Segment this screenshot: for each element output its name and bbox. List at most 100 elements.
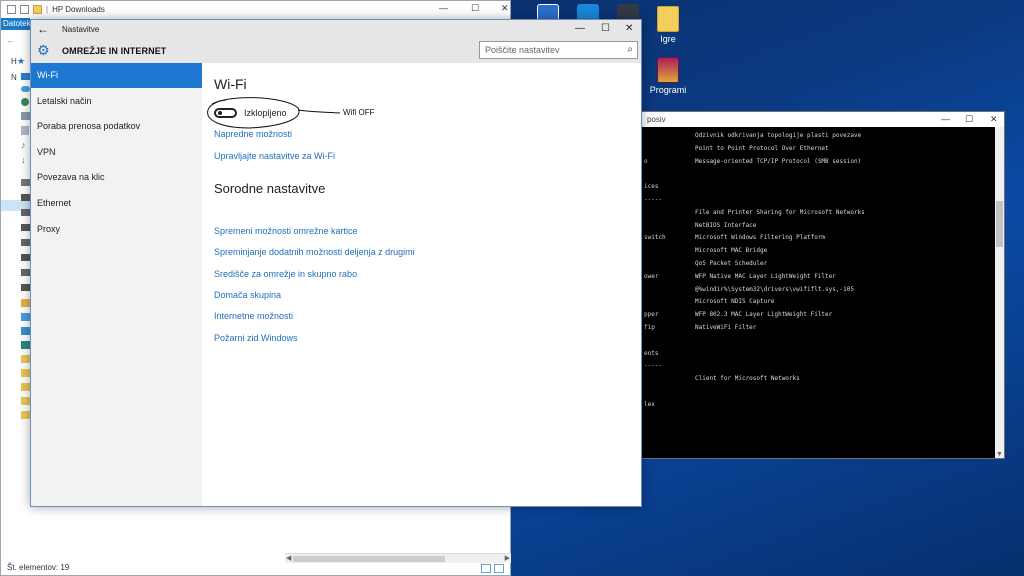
drive-icon[interactable] <box>21 284 30 291</box>
drive-icon[interactable] <box>21 254 30 261</box>
scroll-left-icon[interactable]: ◀ <box>286 554 291 562</box>
scrollbar-thumb[interactable] <box>996 201 1003 247</box>
folder-icon <box>657 6 679 32</box>
link-advanced-options[interactable]: Napredne možnosti <box>214 129 292 139</box>
drive-icon[interactable] <box>21 239 30 246</box>
explorer-titlebar[interactable]: | HP Downloads <box>1 1 510 18</box>
maximize-button[interactable]: ☐ <box>471 3 479 14</box>
network-icon[interactable] <box>21 73 30 80</box>
console-minimize-button[interactable]: — <box>941 112 950 127</box>
settings-window[interactable]: ← Nastavitve — ☐ ✕ ⚙ OMREŽJE IN INTERNET… <box>30 19 642 507</box>
section-heading-related: Sorodne nastavitve <box>214 181 326 196</box>
drive-icon[interactable] <box>21 194 30 201</box>
desktop-icon-igre[interactable]: Igre <box>645 6 691 44</box>
page-title: OMREŽJE IN INTERNET <box>62 46 167 56</box>
music-icon[interactable]: ♪ <box>21 141 29 150</box>
sidebar-item-wi-fi[interactable]: Wi-Fi <box>31 63 202 88</box>
related-link[interactable]: Središče za omrežje in skupno rabo <box>214 269 357 279</box>
sidebar-item-poraba-prenosa-podatkov[interactable]: Poraba prenosa podatkov <box>31 114 202 139</box>
console-line-right: Point to Point Protocol Over Ethernet <box>695 144 829 152</box>
maximize-button[interactable]: ☐ <box>601 23 610 34</box>
back-arrow-icon[interactable]: ← <box>6 35 15 45</box>
drive-icon[interactable] <box>21 179 30 186</box>
network-share-icon[interactable] <box>21 341 30 349</box>
desktop-icon-programi[interactable]: Programi <box>645 57 691 95</box>
console-maximize-button[interactable]: ☐ <box>965 112 973 127</box>
search-box[interactable]: ⌕ <box>479 41 638 59</box>
library-icon[interactable] <box>21 299 30 307</box>
documents-icon[interactable] <box>21 126 29 135</box>
sidebar-item-ethernet[interactable]: Ethernet <box>31 191 202 216</box>
console-line-right: File and Printer Sharing for Microsoft N… <box>695 208 865 216</box>
minimize-button[interactable]: — <box>575 23 585 34</box>
back-arrow-icon[interactable]: ← <box>37 22 49 36</box>
folder-icon[interactable] <box>21 397 30 405</box>
sidebar-label-quick-access: H <box>11 57 17 66</box>
folder-icon[interactable] <box>21 355 30 363</box>
console-line-right: QoS Packet Scheduler <box>695 260 768 267</box>
sidebar-item-proxy[interactable]: Proxy <box>31 217 202 242</box>
console-titlebar[interactable]: posiv — ☐ ✕ <box>641 112 1004 127</box>
console-line-right: NetBIOS Interface <box>695 221 757 229</box>
view-buttons <box>481 564 504 573</box>
console-line-left: fip <box>644 324 655 331</box>
library-icon[interactable] <box>21 327 30 335</box>
drive-icon[interactable] <box>21 209 30 216</box>
close-button[interactable]: ✕ <box>501 3 509 14</box>
search-icon[interactable]: ⌕ <box>627 44 633 55</box>
sidebar-item-vpn[interactable]: VPN <box>31 140 202 165</box>
console-vertical-scrollbar[interactable]: ▼ <box>995 127 1004 458</box>
settings-titlebar[interactable]: ← Nastavitve — ☐ ✕ <box>31 20 641 39</box>
ribbon-tab-file[interactable]: Datoteka <box>1 18 35 30</box>
details-view-icon[interactable] <box>481 564 491 573</box>
console-window[interactable]: posiv — ☐ ✕ Odzivnik odkrivanja topologi… <box>640 111 1005 459</box>
console-line-right: @%windir%\System32\drivers\vwififlt.sys,… <box>695 285 854 293</box>
sidebar-item-letalski-na-in[interactable]: Letalski način <box>31 89 202 114</box>
console-line-right: Microsoft NDIS Capture <box>695 298 775 306</box>
desktop-icon-label: Igre <box>660 34 676 44</box>
minimize-button[interactable]: — <box>439 3 448 13</box>
settings-nav: Wi-Fi Letalski način Poraba prenosa podatk… <box>31 63 202 506</box>
toggle-knob <box>218 111 222 115</box>
console-line-left: ower <box>644 272 659 280</box>
console-line-left: ices <box>644 183 659 191</box>
horizontal-scrollbar[interactable]: ◀ ▶ <box>285 553 511 563</box>
drive-icon[interactable] <box>21 269 30 276</box>
wifi-toggle[interactable] <box>214 108 237 118</box>
folder-icon[interactable] <box>21 383 30 391</box>
sidebar-label-onedrive: N <box>11 73 17 82</box>
related-link[interactable]: Internetne možnosti <box>214 311 293 321</box>
console-line-right: Microsoft MAC Bridge <box>695 247 768 255</box>
console-line-right: WFP 802.3 MAC Layer LightWeight Filter <box>695 311 833 319</box>
scroll-down-icon[interactable]: ▼ <box>996 451 1003 458</box>
folder-icon[interactable] <box>21 369 30 377</box>
status-bar-text: Št. elementov: 19 <box>7 563 70 572</box>
console-line-right: Message-oriented TCP/IP Protocol (SMB se… <box>695 157 862 165</box>
drive-icon[interactable] <box>21 224 30 231</box>
console-close-button[interactable]: ✕ <box>990 112 998 127</box>
related-link[interactable]: Spreminjanje dodatnih možnosti deljenja … <box>214 247 415 257</box>
star-icon[interactable]: ★ <box>17 57 25 66</box>
user-icon[interactable] <box>21 98 29 106</box>
related-link[interactable]: Spremeni možnosti omrežne kartice <box>214 226 358 236</box>
new-folder-icon[interactable] <box>33 5 42 14</box>
onedrive-icon[interactable] <box>21 86 30 92</box>
related-link[interactable]: Domača skupina <box>214 290 281 300</box>
sidebar-item-povezava-na-klic[interactable]: Povezava na klic <box>31 165 202 190</box>
close-button[interactable]: ✕ <box>625 23 633 34</box>
library-icon[interactable] <box>21 313 30 321</box>
downloads-icon[interactable]: ↓ <box>21 156 29 165</box>
console-output[interactable]: Odzivnik odkrivanja topologije plasti po… <box>644 132 992 458</box>
search-input[interactable] <box>480 42 616 58</box>
scroll-right-icon[interactable]: ▶ <box>505 554 510 562</box>
console-line-left: lex <box>644 400 655 408</box>
pc-icon[interactable] <box>21 112 30 120</box>
scrollbar-thumb[interactable] <box>293 556 445 562</box>
tiles-view-icon[interactable] <box>494 564 504 573</box>
quick-access-icon[interactable] <box>7 5 16 14</box>
folder-icon[interactable] <box>21 411 30 419</box>
link-manage-wifi-settings[interactable]: Upravljajte nastavitve za Wi-Fi <box>214 151 335 161</box>
related-link[interactable]: Požarni zid Windows <box>214 333 298 343</box>
archive-icon <box>657 57 679 83</box>
properties-icon[interactable] <box>20 5 29 14</box>
